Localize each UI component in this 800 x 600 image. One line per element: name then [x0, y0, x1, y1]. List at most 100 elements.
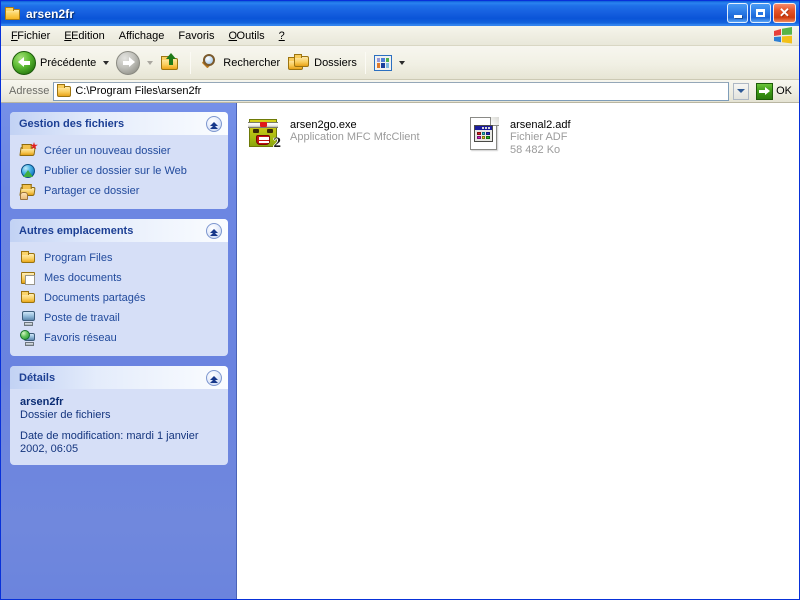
views-icon-cell: [376, 63, 381, 68]
windows-flag-icon: [773, 27, 793, 44]
list-item[interactable]: 2 arsen2go.exe Application MFC MfcClient: [245, 115, 457, 167]
sidebar-label-my-computer: Poste de travail: [44, 312, 120, 324]
adf-icon-cell: [486, 132, 490, 135]
panel-details: Détails arsen2fr Dossier de fichiers Dat…: [10, 366, 228, 465]
sidebar-label-my-documents: Mes documents: [44, 272, 122, 284]
folder-icon: [20, 250, 37, 266]
sidebar-item-shared-documents[interactable]: Documents partagés: [20, 288, 220, 308]
task-pane-sidebar: Gestion des fichiers Créer un nouveau do…: [1, 103, 237, 599]
address-path-text: C:\Program Files\arsen2fr: [75, 85, 202, 97]
panel-body-other-places: Program Files Mes documents Documents pa…: [10, 242, 228, 356]
maximize-button[interactable]: [750, 3, 771, 23]
panel-body-file-tasks: Créer un nouveau dossier Publier ce doss…: [10, 135, 228, 209]
magnifier-icon: [199, 53, 219, 73]
sidebar-label-publish-web: Publier ce dossier sur le Web: [44, 165, 187, 177]
back-button-label: Précédente: [40, 56, 97, 69]
panel-other-places: Autres emplacements Program Files Mes do…: [10, 219, 228, 356]
sidebar-label-network-places: Favoris réseau: [44, 332, 117, 344]
folders-icon: [288, 53, 310, 72]
close-icon: ✕: [779, 5, 790, 20]
panel-title-other-places: Autres emplacements: [19, 224, 134, 237]
details-name: arsen2fr: [20, 396, 64, 408]
sidebar-item-share-folder[interactable]: Partager ce dossier: [19, 181, 220, 201]
sidebar-item-publish-web[interactable]: Publier ce dossier sur le Web: [20, 161, 220, 181]
menu-item-help[interactable]: ?: [272, 28, 292, 44]
file-name: arsen2go.exe: [290, 119, 357, 131]
sidebar-item-new-folder[interactable]: Créer un nouveau dossier: [19, 141, 220, 161]
menu-label-fichier: Fichier: [17, 29, 51, 42]
menu-label-affichage: Affichage: [118, 29, 165, 42]
menu-label-edition: Edition: [71, 29, 105, 42]
address-label: Adresse: [9, 85, 50, 97]
menu-item-fichier[interactable]: FFichier: [4, 28, 57, 44]
list-item-meta: arsen2go.exe Application MFC MfcClient: [290, 117, 420, 144]
views-icon-cell: [385, 63, 389, 68]
forward-button[interactable]: [112, 49, 144, 77]
sidebar-item-my-computer[interactable]: Poste de travail: [20, 308, 220, 328]
adf-document-icon: [468, 117, 502, 151]
back-history-dropdown[interactable]: [103, 60, 110, 65]
my-documents-icon: [20, 270, 37, 286]
sidebar-item-my-documents[interactable]: Mes documents: [20, 268, 220, 288]
window-controls: ✕: [727, 3, 796, 23]
chevron-up-icon[interactable]: [206, 222, 222, 239]
adf-icon-cell: [477, 136, 481, 139]
arsen2go-app-icon: 2: [248, 117, 282, 151]
forward-history-dropdown[interactable]: [147, 60, 154, 65]
sidebar-label-share-folder: Partager ce dossier: [44, 185, 140, 197]
chevron-up-icon[interactable]: [206, 115, 222, 132]
panel-title-details: Détails: [19, 371, 56, 384]
adf-icon-cell: [477, 132, 481, 135]
menu-bar: FFichier EEdition Affichage Favoris OOut…: [1, 26, 799, 46]
back-arrow-icon: [12, 50, 36, 75]
address-dropdown-button[interactable]: [733, 82, 750, 100]
panel-file-tasks: Gestion des fichiers Créer un nouveau do…: [10, 112, 228, 209]
address-bar: Adresse C:\Program Files\arsen2fr OK: [1, 80, 799, 103]
folders-button-label: Dossiers: [314, 56, 357, 69]
address-input[interactable]: C:\Program Files\arsen2fr: [53, 81, 730, 101]
back-button[interactable]: Précédente: [8, 49, 100, 77]
views-icon-cell: [381, 57, 385, 62]
title-bar[interactable]: arsen2fr ✕: [1, 1, 799, 26]
sidebar-item-program-files[interactable]: Program Files: [20, 248, 220, 268]
folders-button[interactable]: Dossiers: [284, 49, 361, 77]
file-list-view[interactable]: 2 arsen2go.exe Application MFC MfcClient: [237, 103, 799, 599]
views-button[interactable]: [370, 49, 396, 77]
menu-item-affichage[interactable]: Affichage: [112, 28, 172, 44]
up-button[interactable]: [156, 49, 186, 77]
views-icon-cell: [376, 57, 381, 62]
toolbar-separator-2: [364, 51, 366, 74]
menu-item-outils[interactable]: OOutils: [221, 28, 271, 44]
menu-item-edition[interactable]: EEdition: [57, 28, 111, 44]
go-button[interactable]: OK: [753, 82, 797, 100]
file-type: Fichier ADF: [510, 131, 568, 143]
menu-item-favoris[interactable]: Favoris: [171, 28, 221, 44]
window-title: arsen2fr: [26, 6, 75, 21]
folder-icon: [20, 290, 37, 306]
list-item[interactable]: arsenal2.adf Fichier ADF 58 482 Ko: [465, 115, 677, 167]
search-button[interactable]: Rechercher: [195, 49, 284, 77]
panel-header-details[interactable]: Détails: [10, 366, 228, 389]
sidebar-label-shared-documents: Documents partagés: [44, 292, 146, 304]
views-dropdown[interactable]: [398, 60, 405, 65]
minimize-button[interactable]: [727, 3, 748, 23]
adf-icon-cell: [481, 136, 486, 139]
up-folder-icon: [160, 52, 182, 73]
go-arrow-icon: [756, 82, 774, 100]
adf-icon-cell: [481, 132, 486, 135]
folder-icon: [5, 6, 21, 21]
explorer-window: arsen2fr ✕ FFichier EEdition Affichage F…: [0, 0, 800, 600]
views-icon-cell: [385, 57, 389, 62]
menu-label-favoris: Favoris: [178, 29, 215, 42]
sidebar-item-network-places[interactable]: Favoris réseau: [20, 328, 220, 348]
panel-header-file-tasks[interactable]: Gestion des fichiers: [10, 112, 228, 135]
panel-header-other-places[interactable]: Autres emplacements: [10, 219, 228, 242]
file-size: 58 482 Ko: [510, 144, 561, 156]
web-publish-icon: [20, 163, 37, 179]
close-button[interactable]: ✕: [773, 3, 796, 23]
toolbar-separator: [190, 51, 192, 74]
chevron-down-icon: [737, 89, 746, 93]
share-folder-icon: [19, 183, 37, 200]
chevron-up-icon[interactable]: [206, 369, 222, 386]
panel-title-file-tasks: Gestion des fichiers: [19, 117, 125, 130]
